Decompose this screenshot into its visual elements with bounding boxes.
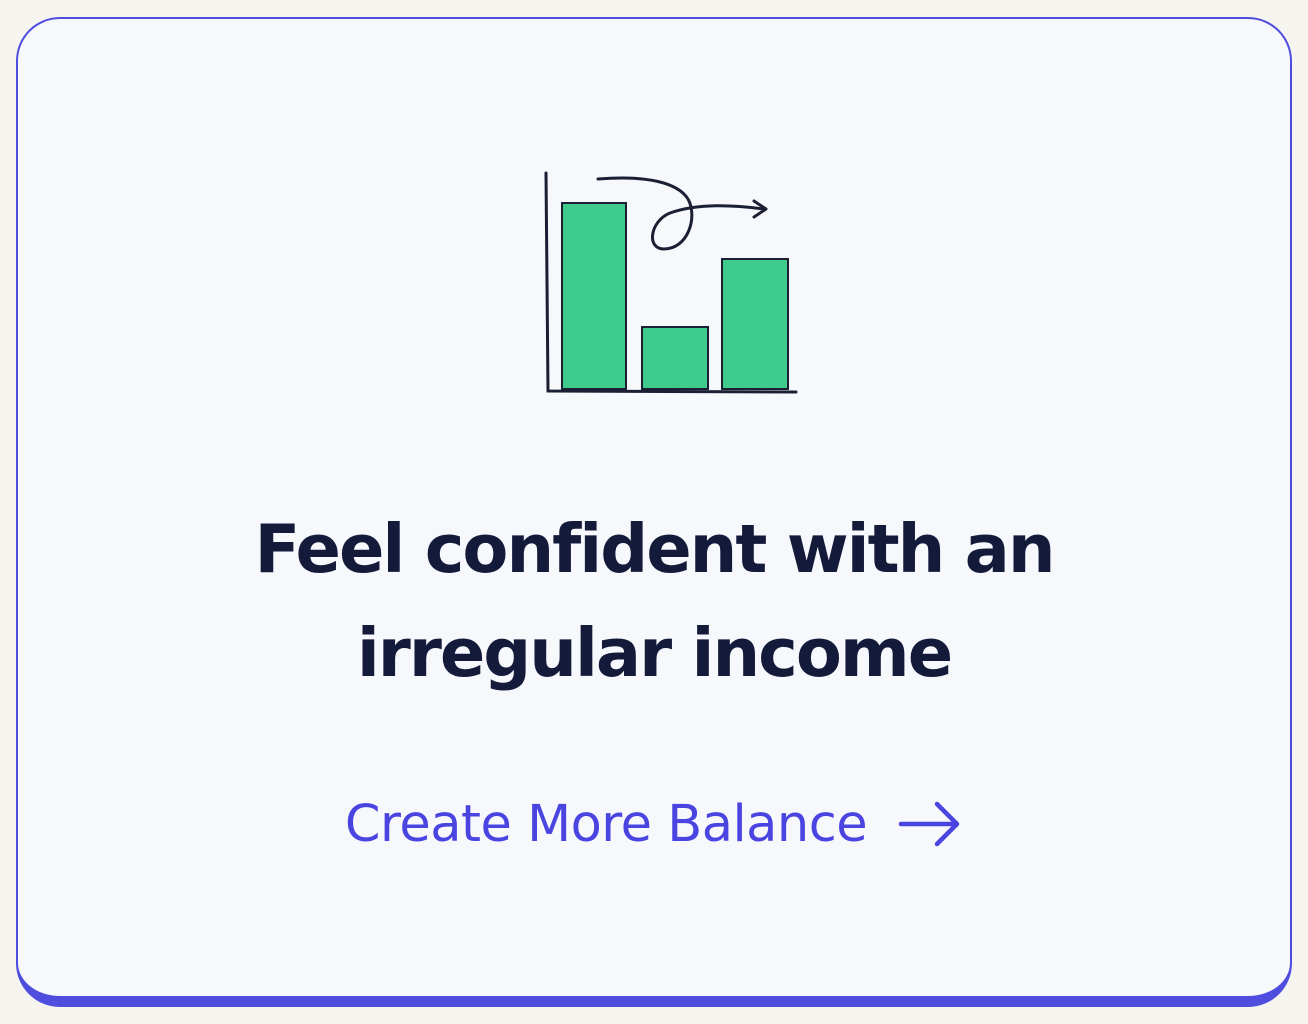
arrow-right-icon — [898, 801, 960, 847]
card-headline: Feel confident with an irregular income — [18, 497, 1290, 705]
promo-card[interactable]: Feel confident with an irregular income … — [16, 17, 1292, 1007]
headline-line-2: irregular income — [356, 614, 953, 692]
bar-chart-icon — [544, 171, 798, 394]
bar-middle — [641, 326, 709, 390]
cta-label: Create More Balance — [344, 794, 868, 854]
create-more-balance-link[interactable]: Create More Balance — [18, 784, 1290, 864]
headline-line-1: Feel confident with an — [254, 510, 1055, 588]
bar-left — [561, 202, 627, 390]
bar-right — [721, 258, 789, 390]
